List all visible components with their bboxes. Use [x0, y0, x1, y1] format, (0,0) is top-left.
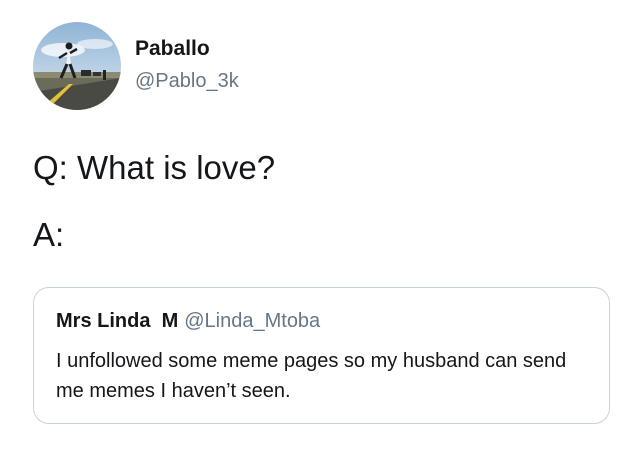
avatar-photo	[33, 22, 121, 110]
quoted-tweet-card[interactable]: Mrs Linda M @Linda_Mtoba I unfollowed som…	[33, 287, 610, 424]
quoted-author-handle[interactable]: @Linda_Mtoba	[184, 310, 320, 332]
author-display-name[interactable]: Paballo	[135, 38, 210, 59]
quoted-author-display-name[interactable]: Mrs Linda M	[56, 310, 178, 332]
quoted-tweet-text: I unfollowed some meme pages so my husba…	[56, 350, 567, 402]
avatar[interactable]	[33, 22, 121, 110]
tweet-question: Q: What is love?	[33, 149, 276, 186]
tweet: Paballo @Pablo_3k Q: What is love? A: Mr…	[0, 0, 640, 450]
quoted-tweet-header: Mrs Linda M @Linda_Mtoba	[56, 311, 320, 331]
author-handle[interactable]: @Pablo_3k	[135, 71, 239, 91]
tweet-answer: A:	[33, 216, 65, 253]
